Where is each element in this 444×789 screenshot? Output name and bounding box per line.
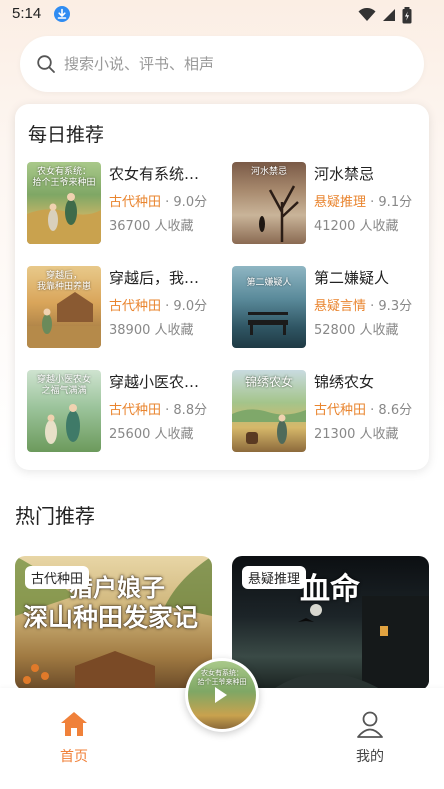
home-icon bbox=[61, 712, 87, 736]
wifi-icon bbox=[358, 8, 376, 21]
book-favorites: 41200 人收藏 bbox=[314, 219, 399, 234]
search-icon bbox=[37, 55, 55, 73]
book-meta: 古代种田 · 8.8分 bbox=[109, 399, 207, 418]
book-rating: · 9.0分 bbox=[161, 195, 208, 210]
book-genre: 古代种田 bbox=[109, 403, 162, 418]
book-rating: · 8.8分 bbox=[161, 403, 208, 418]
hot-card[interactable]: 血命 悬疑推理 bbox=[232, 556, 429, 690]
daily-recommend-card: 每日推荐 农女有系统： 拾个王爷来种田 农女有系统… 古代种田 · 9.0分 3… bbox=[15, 104, 429, 470]
hot-card-headline: 血命 bbox=[300, 572, 360, 607]
book-cover: 穿越小医农女 之福气满满 bbox=[27, 370, 101, 452]
book-title: 锦绣农女 bbox=[314, 373, 375, 391]
profile-icon bbox=[357, 711, 383, 738]
book-meta: 古代种田 · 9.0分 bbox=[109, 295, 207, 314]
book-cover: 锦绣农女 bbox=[232, 370, 306, 452]
signal-icon bbox=[383, 9, 395, 21]
book-favorites: 38900 人收藏 bbox=[109, 323, 194, 338]
status-time: 5:14 bbox=[12, 5, 42, 22]
search-bar[interactable]: 搜索小说、评书、相声 bbox=[20, 36, 424, 92]
book-rating: · 9.3分 bbox=[366, 299, 413, 314]
hot-recommend-title: 热门推荐 bbox=[15, 504, 95, 528]
cover-text: 河水禁忌 bbox=[250, 167, 287, 177]
book-rating: · 9.1分 bbox=[366, 195, 413, 210]
download-icon bbox=[54, 6, 70, 22]
book-favorites: 25600 人收藏 bbox=[109, 427, 194, 442]
book-item[interactable]: 穿越后， 我靠种田养崽 穿越后，我… 古代种田 · 9.0分 38900 人收藏 bbox=[27, 266, 227, 356]
nav-mine-label: 我的 bbox=[356, 749, 384, 765]
status-bar: 5:14 bbox=[0, 0, 444, 30]
book-item[interactable]: 第二嫌疑人 第二嫌疑人 悬疑言情 · 9.3分 52800 人收藏 bbox=[232, 266, 432, 356]
play-icon[interactable] bbox=[215, 687, 227, 703]
book-genre: 古代种田 bbox=[109, 195, 162, 210]
cover-text: 穿越后， 我靠种田养崽 bbox=[36, 271, 91, 292]
nav-mine[interactable]: 我的 bbox=[340, 710, 400, 766]
book-title: 农女有系统… bbox=[109, 165, 200, 183]
book-meta: 古代种田 · 8.6分 bbox=[314, 399, 412, 418]
book-title: 穿越后，我… bbox=[109, 269, 200, 287]
cover-text: 农女有系统： 拾个王爷来种田 bbox=[32, 167, 96, 188]
cover-text: 锦绣农女 bbox=[244, 375, 293, 389]
book-meta: 古代种田 · 9.0分 bbox=[109, 191, 207, 210]
book-favorites: 52800 人收藏 bbox=[314, 323, 399, 338]
hot-card-headline: 深山种田发家记 bbox=[23, 603, 199, 632]
book-title: 穿越小医农… bbox=[109, 373, 200, 391]
search-placeholder: 搜索小说、评书、相声 bbox=[64, 55, 215, 73]
battery-icon bbox=[402, 6, 412, 23]
book-title: 河水禁忌 bbox=[314, 165, 375, 183]
book-cover: 穿越后， 我靠种田养崽 bbox=[27, 266, 101, 348]
hot-card-tag: 古代种田 bbox=[25, 566, 90, 589]
nav-home[interactable]: 首页 bbox=[44, 710, 104, 766]
book-meta: 悬疑推理 · 9.1分 bbox=[314, 191, 412, 210]
book-item[interactable]: 农女有系统： 拾个王爷来种田 农女有系统… 古代种田 · 9.0分 36700 … bbox=[27, 162, 227, 252]
daily-recommend-title: 每日推荐 bbox=[28, 124, 105, 146]
book-rating: · 9.0分 bbox=[161, 299, 208, 314]
cover-text: 第二嫌疑人 bbox=[246, 278, 292, 288]
book-genre: 悬疑言情 bbox=[314, 299, 367, 314]
book-genre: 古代种田 bbox=[314, 403, 367, 418]
book-cover: 第二嫌疑人 bbox=[232, 266, 306, 348]
nav-home-label: 首页 bbox=[60, 749, 88, 765]
book-cover: 农女有系统： 拾个王爷来种田 bbox=[27, 162, 101, 244]
book-genre: 悬疑推理 bbox=[314, 195, 367, 210]
mini-player[interactable]: 农女有系统： 拾个王爷来种田 bbox=[185, 658, 259, 732]
book-item[interactable]: 河水禁忌 河水禁忌 悬疑推理 · 9.1分 41200 人收藏 bbox=[232, 162, 432, 252]
book-meta: 悬疑言情 · 9.3分 bbox=[314, 295, 412, 314]
cover-text: 穿越小医农女 之福气满满 bbox=[36, 375, 91, 396]
hot-card[interactable]: 猎户娘子 深山种田发家记 古代种田 bbox=[15, 556, 212, 690]
book-cover: 河水禁忌 bbox=[232, 162, 306, 244]
book-favorites: 21300 人收藏 bbox=[314, 427, 399, 442]
book-favorites: 36700 人收藏 bbox=[109, 219, 194, 234]
hot-card-tag: 悬疑推理 bbox=[242, 566, 307, 589]
book-genre: 古代种田 bbox=[109, 299, 162, 314]
book-rating: · 8.6分 bbox=[366, 403, 413, 418]
book-item[interactable]: 锦绣农女 锦绣农女 古代种田 · 8.6分 21300 人收藏 bbox=[232, 370, 432, 460]
book-item[interactable]: 穿越小医农女 之福气满满 穿越小医农… 古代种田 · 8.8分 25600 人收… bbox=[27, 370, 227, 460]
mini-cover-text: 农女有系统： 拾个王爷来种田 bbox=[197, 669, 247, 686]
book-title: 第二嫌疑人 bbox=[314, 269, 390, 287]
mini-player-cover: 农女有系统： 拾个王爷来种田 bbox=[188, 661, 256, 729]
